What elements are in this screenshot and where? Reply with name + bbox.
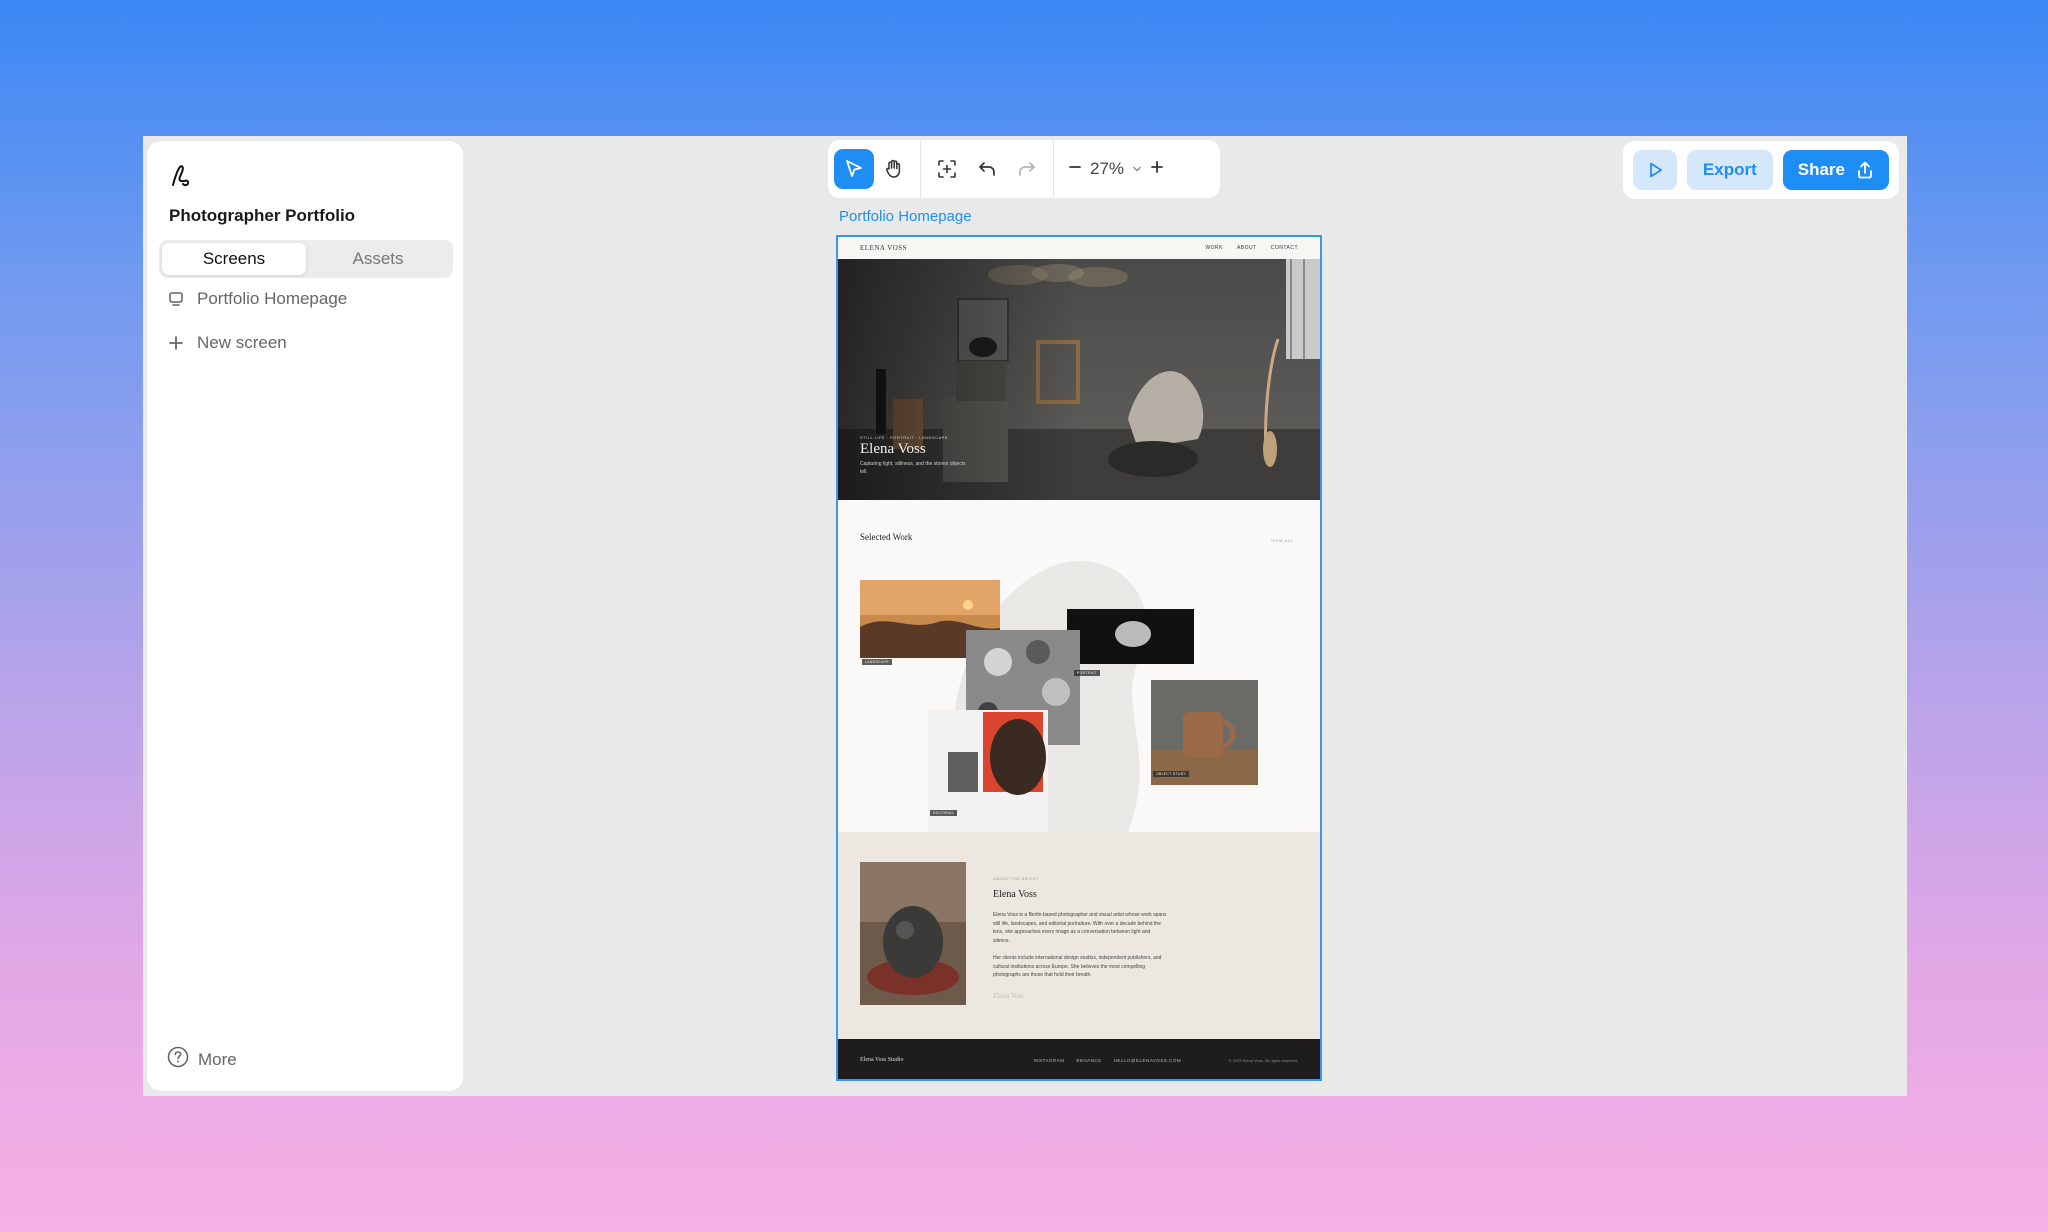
undo-button[interactable] bbox=[967, 149, 1007, 189]
footer-link: BEHANCE bbox=[1076, 1057, 1102, 1063]
project-title: Photographer Portfolio bbox=[169, 206, 356, 225]
zoom-out-button[interactable] bbox=[1068, 159, 1082, 179]
preview-nav: ELENA VOSS WORK ABOUT CONTACT bbox=[838, 237, 1320, 259]
redo-button[interactable] bbox=[1007, 149, 1047, 189]
monitor-icon bbox=[167, 290, 185, 308]
toolbar-divider bbox=[920, 140, 921, 198]
more-label: More bbox=[198, 1049, 237, 1069]
work-tag-landscape: LANDSCAPE bbox=[862, 659, 892, 665]
export-button[interactable]: Export bbox=[1686, 150, 1773, 190]
footer-link: INSTAGRAM bbox=[1033, 1057, 1065, 1063]
sidebar-tabs: Screens Assets bbox=[159, 240, 453, 278]
sidebar: Photographer Portfolio Screens Assets Po… bbox=[147, 141, 463, 1091]
hand-icon bbox=[886, 159, 901, 178]
more-button[interactable]: More bbox=[167, 1046, 237, 1073]
redo-icon bbox=[1019, 162, 1035, 176]
fit-frame-button[interactable] bbox=[927, 149, 967, 189]
tab-screens[interactable]: Screens bbox=[162, 243, 306, 275]
pointer-tool-button[interactable] bbox=[834, 149, 874, 189]
help-icon bbox=[167, 1046, 189, 1073]
app-window: Photographer Portfolio Screens Assets Po… bbox=[143, 136, 1907, 1096]
work-tag-object-study: OBJECT STUDY bbox=[1153, 771, 1190, 777]
preview-nav-links: WORK ABOUT CONTACT bbox=[1205, 245, 1298, 251]
about-signature: Elena Voss bbox=[993, 992, 1024, 1000]
portfolio-homepage-frame[interactable]: ELENA VOSS WORK ABOUT CONTACT STILL LIFE… bbox=[836, 235, 1322, 1081]
tab-assets[interactable]: Assets bbox=[306, 243, 450, 275]
zoom-dropdown-chevron-icon[interactable] bbox=[1132, 159, 1142, 179]
plus-icon bbox=[167, 334, 185, 352]
new-screen-label: New screen bbox=[197, 333, 287, 352]
plus-icon bbox=[1151, 161, 1163, 173]
about-image bbox=[860, 862, 966, 1005]
zoom-in-button[interactable] bbox=[1150, 159, 1164, 179]
preview-nav-link: WORK bbox=[1205, 245, 1223, 251]
hand-tool-button[interactable] bbox=[874, 149, 914, 189]
zoom-level[interactable]: 27% bbox=[1090, 159, 1124, 179]
footer-brand: Elena Voss Studio bbox=[860, 1057, 904, 1063]
hero-kicker: STILL LIFE · PORTRAIT · LANDSCAPE bbox=[860, 435, 948, 440]
upload-icon bbox=[1858, 161, 1872, 179]
pointer-icon bbox=[846, 160, 862, 177]
play-icon bbox=[1650, 162, 1662, 178]
footer-link: HELLO@ELENAVOSS.COM bbox=[1113, 1057, 1182, 1063]
preview-footer: Elena Voss Studio INSTAGRAM BEHANCE HELL… bbox=[838, 1039, 1320, 1079]
work-tag-portrait: PORTRAIT bbox=[1074, 670, 1101, 676]
about-name: Elena Voss bbox=[993, 889, 1037, 900]
top-actions: Export Share bbox=[1623, 141, 1899, 199]
screen-item-label: Portfolio Homepage bbox=[197, 289, 348, 308]
footer-links: INSTAGRAM BEHANCE HELLO@ELENAVOSS.COM bbox=[1033, 1058, 1181, 1063]
hero-name: Elena Voss bbox=[860, 441, 926, 457]
minus-icon bbox=[1069, 166, 1081, 168]
preview-play-button[interactable] bbox=[1633, 150, 1677, 190]
undo-icon bbox=[979, 162, 995, 176]
work-collage bbox=[860, 560, 1258, 832]
toolbar-divider bbox=[1053, 140, 1054, 198]
share-button[interactable]: Share bbox=[1782, 150, 1889, 190]
canvas-toolbar: 27% bbox=[828, 140, 1220, 198]
fit-frame-icon bbox=[938, 160, 956, 178]
view-all-link: VIEW ALL bbox=[1271, 538, 1294, 543]
share-label: Share bbox=[1797, 160, 1845, 179]
preview-brand: ELENA VOSS bbox=[860, 244, 908, 252]
zoom-control: 27% bbox=[1060, 159, 1164, 179]
frame-label[interactable]: Portfolio Homepage bbox=[839, 208, 972, 225]
preview-nav-link: CONTACT bbox=[1270, 245, 1298, 251]
work-image-object bbox=[1067, 609, 1194, 664]
preview-nav-link: ABOUT bbox=[1236, 245, 1257, 251]
about-paragraph-2: Her clients include international design… bbox=[993, 955, 1162, 978]
work-image-cup bbox=[1151, 680, 1258, 785]
work-tag-editorial: EDITORIAL bbox=[930, 810, 958, 816]
screen-item-portfolio-homepage[interactable]: Portfolio Homepage bbox=[167, 289, 347, 309]
about-paragraph-1: Elena Voss is a Berlin-based photographe… bbox=[993, 912, 1167, 944]
new-screen-button[interactable]: New screen bbox=[167, 333, 287, 353]
selected-work-title: Selected Work bbox=[860, 532, 913, 542]
about-kicker: ABOUT THE ARTIST bbox=[993, 876, 1039, 881]
footer-copyright: © 2025 Elena Voss. All rights reserved. bbox=[1228, 1057, 1298, 1063]
app-logo-icon bbox=[172, 165, 190, 187]
about-section: ABOUT THE ARTIST Elena Voss Elena Voss i… bbox=[838, 832, 1320, 1039]
hero-subtitle: Capturing light, stillness, and the stor… bbox=[860, 461, 966, 475]
